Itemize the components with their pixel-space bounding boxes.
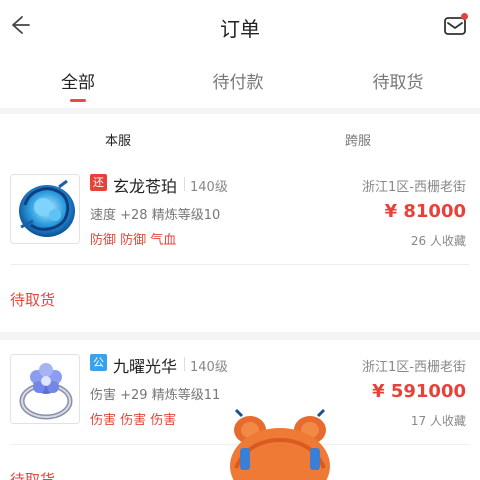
order-status[interactable]: 待取货 [10,289,55,310]
notification-dot [461,13,468,20]
tab-all[interactable]: 全部 [28,68,128,93]
item-tag-badge: 公 [90,354,107,371]
subtab-local-server[interactable]: 本服 [78,130,158,149]
favorite-count: 26 人收藏 [410,234,466,248]
item-attributes: 防御 防御 气血 [90,233,177,248]
item-price: ¥ 81000 [384,201,466,222]
mascot-character-icon[interactable] [216,408,344,480]
divider [184,357,185,371]
item-image [10,354,80,424]
active-tab-indicator [70,99,86,102]
item-attributes: 伤害 伤害 伤害 [90,413,177,428]
item-name: 玄龙苍珀 [113,177,178,196]
divider [184,177,185,191]
item-name: 九曜光华 [113,357,178,376]
item-level: 140级 [190,360,228,375]
server-location: 浙江1区-西栅老街 [362,180,466,195]
item-stats: 速度 +28 精炼等级10 [90,208,221,223]
tab-pending-pickup[interactable]: 待取货 [348,68,448,93]
tab-pending-payment[interactable]: 待付款 [188,68,288,93]
item-image [10,174,80,244]
flower-ring-icon [19,363,73,420]
server-location: 浙江1区-西栅老街 [362,360,466,375]
order-status[interactable]: 待取货 [10,469,55,480]
item-tag-badge: 还 [90,174,107,191]
page-title: 订单 [220,17,260,41]
card-divider [10,264,470,265]
item-level: 140级 [190,180,228,195]
order-card[interactable]: 还 玄龙苍珀 140级 速度 +28 精炼等级10 防御 防御 气血 浙江1区-… [0,160,480,332]
item-price: ¥ 591000 [372,381,466,402]
order-tabs: 全部 待付款 待取货 [0,54,480,108]
server-filter: 本服 跨服 [0,114,480,160]
item-stats: 伤害 +29 精炼等级11 [90,388,221,403]
favorite-count: 17 人收藏 [410,414,466,428]
subtab-cross-server[interactable]: 跨服 [318,130,398,149]
top-bar: 订单 [0,0,480,54]
jade-dragon-icon [19,179,75,237]
